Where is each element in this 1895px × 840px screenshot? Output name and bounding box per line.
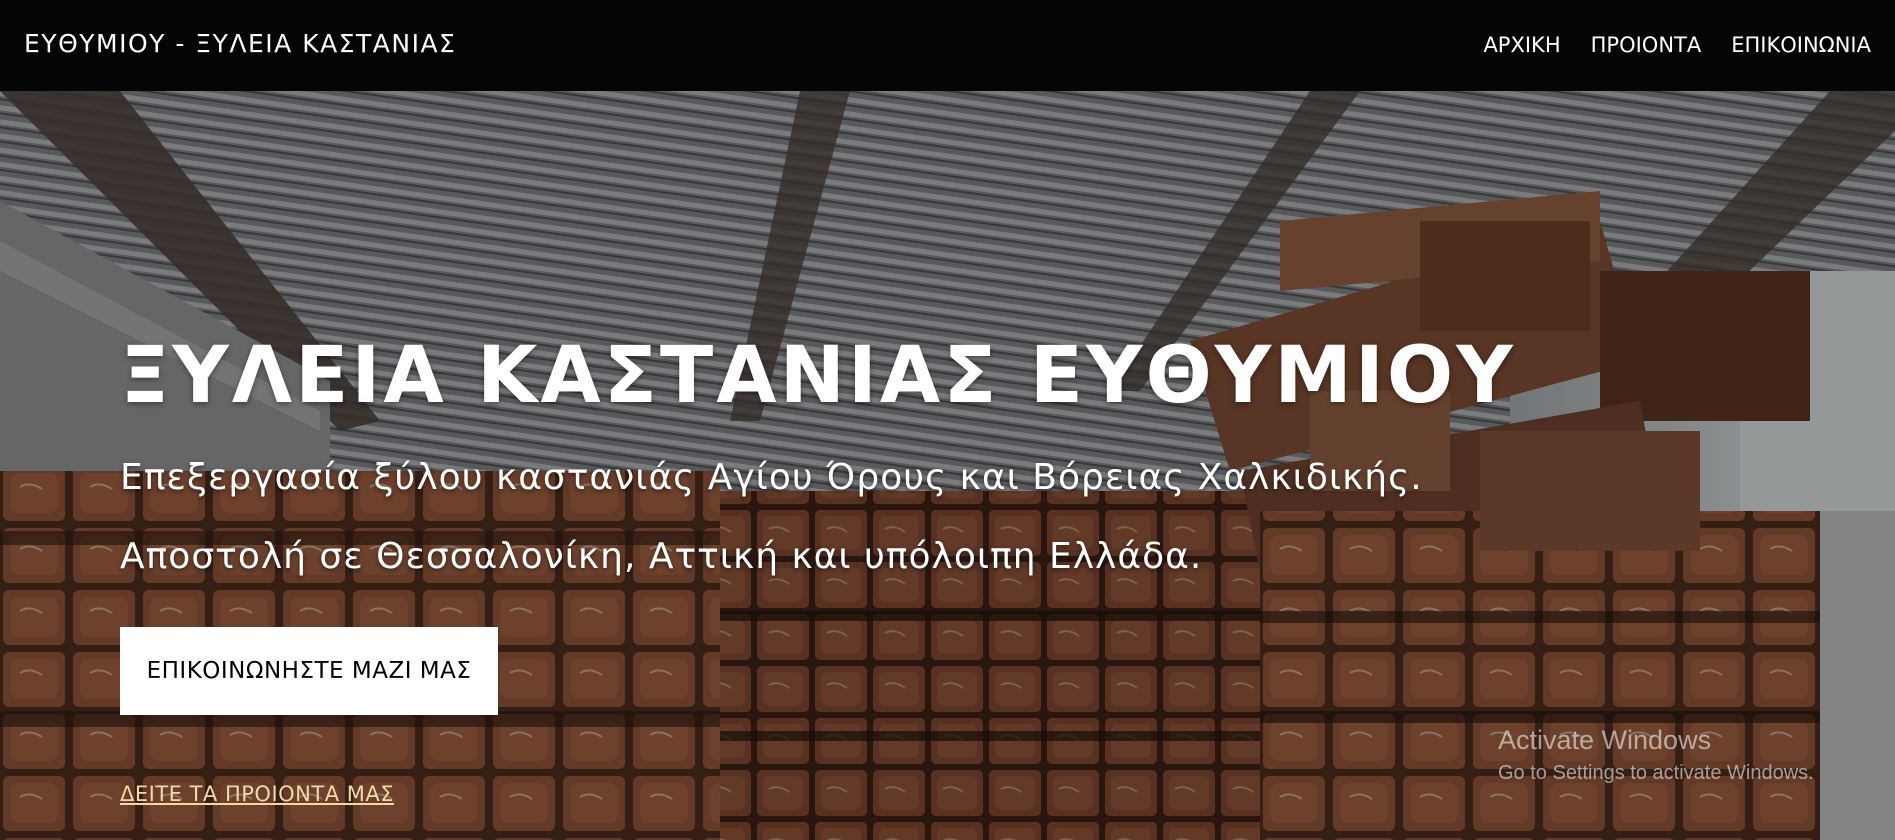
top-navbar: ΕΥΘΥΜΙΟΥ - ΞΥΛΕΙΑ ΚΑΣΤΑΝΙΑΣ ΑΡΧΙΚΗ ΠΡΟΙΟ… <box>0 0 1895 91</box>
nav-contact[interactable]: ΕΠΙΚΟΙΝΩΝΙΑ <box>1731 33 1871 57</box>
main-nav: ΑΡΧΙΚΗ ΠΡΟΙΟΝΤΑ ΕΠΙΚΟΙΝΩΝΙΑ <box>1483 33 1871 57</box>
hero-subtitle-line1: Επεξεργασία ξύλου καστανιάς Αγίου Όρους … <box>120 457 1423 498</box>
contact-us-button[interactable]: ΕΠΙΚΟΙΝΩΝΗΣΤΕ ΜΑΖΙ ΜΑΣ <box>120 627 498 715</box>
watermark-title: Activate Windows <box>1498 725 1712 755</box>
watermark-subtitle: Go to Settings to activate Windows. <box>1498 762 1814 784</box>
page: ΕΥΘΥΜΙΟΥ - ΞΥΛΕΙΑ ΚΑΣΤΑΝΙΑΣ ΑΡΧΙΚΗ ΠΡΟΙΟ… <box>0 0 1895 840</box>
site-brand[interactable]: ΕΥΘΥΜΙΟΥ - ΞΥΛΕΙΑ ΚΑΣΤΑΝΙΑΣ <box>24 29 456 58</box>
hero-title: ΞΥΛΕΙΑ ΚΑΣΤΑΝΙΑΣ ΕΥΘΥΜΙΟΥ <box>120 331 1516 421</box>
hero-content: ΞΥΛΕΙΑ ΚΑΣΤΑΝΙΑΣ ΕΥΘΥΜΙΟΥ Επεξεργασία ξύ… <box>120 337 1516 806</box>
nav-products[interactable]: ΠΡΟΙΟΝΤΑ <box>1591 33 1702 57</box>
hero-subtitle-line2: Αποστολή σε Θεσσαλονίκη, Αττική και υπόλ… <box>120 536 1203 577</box>
nav-home[interactable]: ΑΡΧΙΚΗ <box>1483 33 1560 57</box>
activate-windows-watermark: Activate Windows Go to Settings to activ… <box>1498 725 1814 785</box>
view-products-link[interactable]: ΔΕΙΤΕ ΤΑ ΠΡΟΙΟΝΤΑ ΜΑΣ <box>120 782 394 806</box>
